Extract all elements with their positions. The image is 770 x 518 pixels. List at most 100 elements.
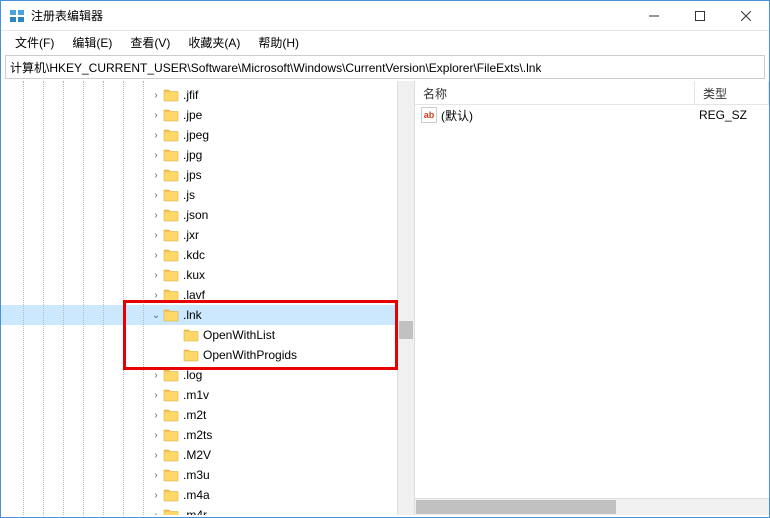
tree-item[interactable]: › .jps: [1, 165, 414, 185]
tree-item-label: .jpg: [183, 148, 202, 162]
chevron-right-icon[interactable]: ›: [149, 170, 163, 181]
tree-item-label: .lnk: [183, 308, 202, 322]
chevron-right-icon[interactable]: ›: [149, 190, 163, 201]
address-bar[interactable]: 计算机\HKEY_CURRENT_USER\Software\Microsoft…: [5, 55, 765, 79]
window-title: 注册表编辑器: [31, 7, 631, 24]
close-button[interactable]: [723, 1, 769, 30]
list-row[interactable]: ab (默认) REG_SZ: [415, 105, 769, 125]
menu-help[interactable]: 帮助(H): [250, 32, 307, 53]
tree-item-label: .m4a: [183, 488, 210, 502]
folder-icon: [163, 228, 179, 242]
tree-item-label: .jfif: [183, 88, 198, 102]
tree-item-label: .jpe: [183, 108, 202, 122]
menu-view[interactable]: 查看(V): [122, 32, 178, 53]
menu-edit[interactable]: 编辑(E): [64, 32, 120, 53]
tree-item[interactable]: ›.m3u: [1, 465, 414, 485]
chevron-right-icon[interactable]: ›: [149, 450, 163, 461]
minimize-button[interactable]: [631, 1, 677, 30]
folder-icon: [163, 368, 179, 382]
list-horizontal-scrollbar[interactable]: [415, 498, 769, 515]
folder-icon: [163, 168, 179, 182]
folder-icon: [163, 308, 179, 322]
folder-icon: [163, 388, 179, 402]
column-type[interactable]: 类型: [695, 81, 769, 104]
chevron-right-icon[interactable]: ›: [149, 150, 163, 161]
tree-item[interactable]: › .m4a: [1, 485, 414, 505]
chevron-right-icon[interactable]: ›: [149, 430, 163, 441]
column-name[interactable]: 名称: [415, 81, 695, 104]
chevron-right-icon[interactable]: ›: [149, 210, 163, 221]
chevron-right-icon[interactable]: ›: [149, 130, 163, 141]
tree-item-label: .jxr: [183, 228, 199, 242]
folder-icon: [183, 348, 199, 362]
folder-icon: [163, 408, 179, 422]
tree-item-label: .kux: [183, 268, 205, 282]
chevron-down-icon[interactable]: ⌄: [149, 310, 163, 321]
tree-item-label: .jps: [183, 168, 202, 182]
tree-item-label: .log: [183, 368, 202, 382]
tree-item[interactable]: › .json: [1, 205, 414, 225]
address-path: 计算机\HKEY_CURRENT_USER\Software\Microsoft…: [10, 59, 541, 76]
chevron-right-icon[interactable]: ›: [149, 470, 163, 481]
tree-item[interactable]: › .jpg: [1, 145, 414, 165]
chevron-right-icon[interactable]: ›: [149, 230, 163, 241]
list-scroll-thumb[interactable]: [416, 500, 616, 514]
tree-item[interactable]: › .jxr: [1, 225, 414, 245]
chevron-right-icon[interactable]: ›: [149, 270, 163, 281]
list-body[interactable]: ab (默认) REG_SZ: [415, 105, 769, 515]
tree-item-label: .m4r: [183, 508, 207, 515]
tree-item[interactable]: › .js: [1, 185, 414, 205]
tree-item[interactable]: OpenWithProgids: [1, 345, 414, 365]
menu-file[interactable]: 文件(F): [7, 32, 62, 53]
chevron-right-icon[interactable]: ›: [149, 370, 163, 381]
folder-icon: [183, 328, 199, 342]
tree[interactable]: › .jfif › .jpe › .jpeg › .jpg › .jps › .js › .json › .j…: [1, 81, 414, 515]
tree-scroll-thumb[interactable]: [399, 321, 413, 339]
tree-pane: › .jfif › .jpe › .jpeg › .jpg › .jps › .js › .json › .j…: [1, 81, 415, 515]
tree-item[interactable]: › .m4r: [1, 505, 414, 515]
value-name: (默认): [441, 107, 699, 124]
folder-icon: [163, 488, 179, 502]
folder-icon: [163, 108, 179, 122]
folder-icon: [163, 128, 179, 142]
tree-item[interactable]: › .kux: [1, 265, 414, 285]
chevron-right-icon[interactable]: ›: [149, 390, 163, 401]
tree-vertical-scrollbar[interactable]: [397, 81, 414, 515]
tree-item[interactable]: › .lavf: [1, 285, 414, 305]
tree-item[interactable]: › .M2V: [1, 445, 414, 465]
chevron-right-icon[interactable]: ›: [149, 250, 163, 261]
titlebar: 注册表编辑器: [1, 1, 769, 31]
tree-item[interactable]: ›.m2ts: [1, 425, 414, 445]
folder-icon: [163, 448, 179, 462]
chevron-right-icon[interactable]: ›: [149, 410, 163, 421]
tree-item-label: .M2V: [183, 448, 211, 462]
window-controls: [631, 1, 769, 30]
tree-item[interactable]: › .kdc: [1, 245, 414, 265]
tree-item-label: .js: [183, 188, 195, 202]
chevron-right-icon[interactable]: ›: [149, 110, 163, 121]
app-icon: [9, 8, 25, 24]
chevron-right-icon[interactable]: ›: [149, 490, 163, 501]
chevron-right-icon[interactable]: ›: [149, 510, 163, 516]
tree-item[interactable]: › .jfif: [1, 85, 414, 105]
tree-item[interactable]: › .jpe: [1, 105, 414, 125]
tree-item-label: .jpeg: [183, 128, 209, 142]
tree-item-label: .json: [183, 208, 208, 222]
tree-item-label: .m1v: [183, 388, 209, 402]
menu-favorites[interactable]: 收藏夹(A): [180, 32, 248, 53]
tree-item-label: .lavf: [183, 288, 205, 302]
tree-item[interactable]: ›.m2t: [1, 405, 414, 425]
tree-item[interactable]: › .jpeg: [1, 125, 414, 145]
folder-icon: [163, 208, 179, 222]
maximize-button[interactable]: [677, 1, 723, 30]
tree-item-label: OpenWithList: [203, 328, 275, 342]
tree-item[interactable]: › .m1v: [1, 385, 414, 405]
chevron-right-icon[interactable]: ›: [149, 90, 163, 101]
tree-item-label: .kdc: [183, 248, 205, 262]
chevron-right-icon[interactable]: ›: [149, 290, 163, 301]
tree-item[interactable]: ⌄ .lnk: [1, 305, 414, 325]
folder-icon: [163, 288, 179, 302]
folder-icon: [163, 148, 179, 162]
tree-item[interactable]: OpenWithList: [1, 325, 414, 345]
tree-item[interactable]: › .log: [1, 365, 414, 385]
